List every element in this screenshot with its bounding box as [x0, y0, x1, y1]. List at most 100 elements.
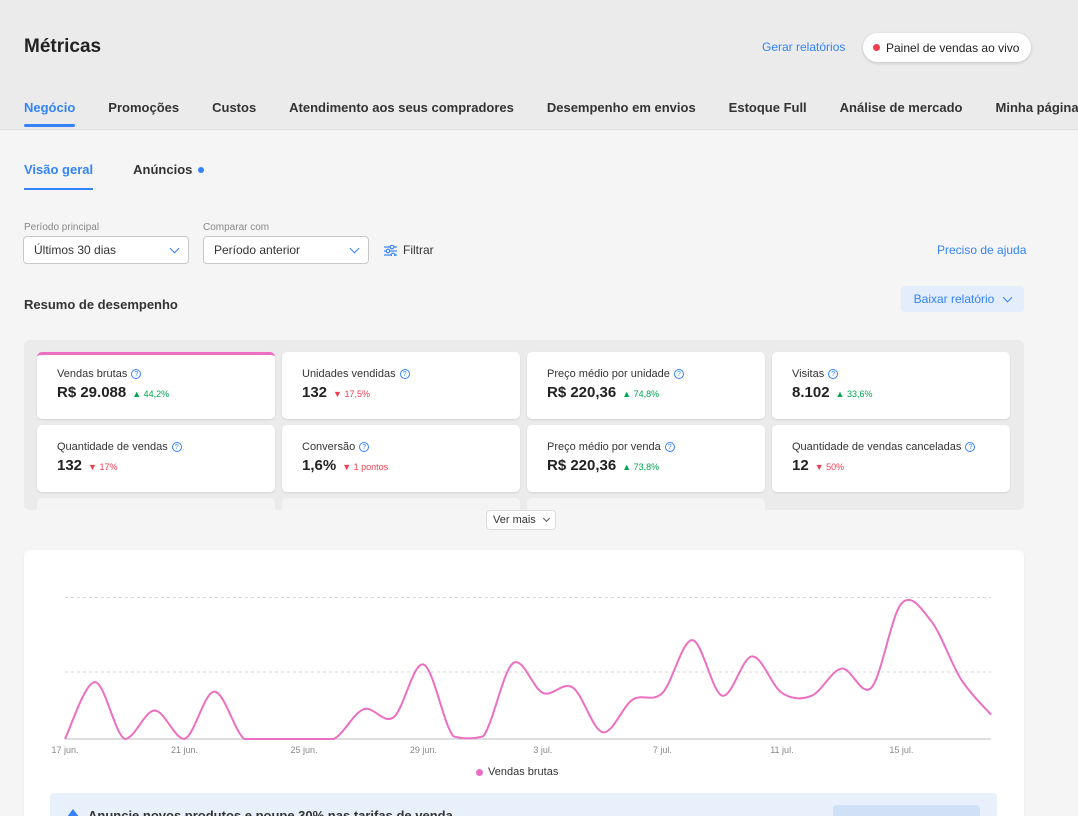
x-tick-label: 17 jun.	[51, 745, 78, 755]
filter-sliders-icon	[384, 244, 397, 256]
metric-card-vendas-brutas[interactable]: Vendas brutas? R$ 29.088 ▲ 44,2%	[37, 352, 275, 419]
arrow-up-icon: ▲	[622, 462, 634, 472]
download-report-label: Baixar relatório	[913, 292, 995, 306]
x-tick-label: 7 jul.	[653, 745, 672, 755]
help-icon[interactable]: ?	[664, 442, 675, 452]
live-dot-icon	[873, 44, 880, 51]
metric-delta: ▼ 50%	[815, 462, 844, 472]
x-tick-label: 25 jun.	[290, 745, 317, 755]
tab-desempenho-envios[interactable]: Desempenho em envios	[547, 100, 696, 127]
metric-card-vendas-canceladas[interactable]: Quantidade de vendas canceladas? 12 ▼ 50%	[772, 425, 1010, 492]
metric-delta: ▼ 17,5%	[333, 389, 370, 399]
metric-value: 132	[57, 457, 83, 474]
metric-value: 1,6%	[302, 457, 337, 474]
help-link[interactable]: Preciso de ajuda	[937, 243, 1026, 257]
help-icon[interactable]: ?	[359, 442, 370, 452]
metric-delta-value: 17%	[99, 462, 118, 472]
arrow-up-icon: ▲	[835, 389, 847, 399]
metric-delta-value: 73,8%	[633, 462, 660, 472]
metric-label: Unidades vendidas	[302, 368, 396, 380]
metric-label: Preço médio por venda	[547, 441, 661, 453]
tab-minha-pagina[interactable]: Minha página	[996, 100, 1078, 127]
arrow-up-icon: ▲	[622, 389, 634, 399]
x-tick-label: 11 jul.	[770, 745, 793, 755]
metric-delta: ▲ 73,8%	[622, 462, 659, 472]
help-icon[interactable]: ?	[171, 442, 182, 452]
promo-banner-text: Anuncie novos produtos e poupe 30% nas t…	[88, 808, 453, 816]
subtab-visao-geral[interactable]: Visão geral	[24, 162, 94, 190]
metric-card-visitas[interactable]: Visitas? 8.102 ▲ 33,6%	[772, 352, 1010, 419]
chevron-down-icon	[542, 514, 550, 523]
series-line-vendas-brutas	[64, 598, 992, 741]
metric-delta-value: 1 pontos	[353, 462, 389, 472]
metric-delta-value: 44,2%	[143, 389, 170, 399]
subtab-anuncios[interactable]: Anúncios	[133, 162, 205, 190]
subtab-anuncios-label: Anúncios	[133, 162, 193, 177]
metric-delta-value: 17,5%	[344, 389, 370, 399]
help-icon[interactable]: ?	[828, 369, 839, 379]
compare-select-value: Período anterior	[214, 243, 301, 257]
arrow-down-icon: ▼	[814, 462, 827, 472]
metric-card-conversao[interactable]: Conversão? 1,6% ▼ 1 pontos	[282, 425, 520, 492]
metric-delta: ▲ 33,6%	[836, 389, 873, 399]
arrow-up-icon: ▲	[132, 389, 144, 399]
compare-select[interactable]: Período anterior	[203, 236, 369, 264]
metric-value: R$ 220,36	[547, 457, 617, 474]
tab-custos[interactable]: Custos	[212, 100, 256, 127]
help-icon[interactable]: ?	[131, 369, 142, 379]
metric-delta: ▼ 1 pontos	[342, 462, 388, 472]
metric-card-unidades-vendidas[interactable]: Unidades vendidas? 132 ▼ 17,5%	[282, 352, 520, 419]
sub-tabs: Visão geral Anúncios	[24, 162, 244, 190]
metrics-cards-panel: Vendas brutas? R$ 29.088 ▲ 44,2% Unidades…	[24, 340, 1024, 510]
metric-label: Vendas brutas	[57, 368, 128, 380]
metric-card-quantidade-vendas[interactable]: Quantidade de vendas? 132 ▼ 17%	[37, 425, 275, 492]
metric-card-preco-medio-unidade[interactable]: Preço médio por unidade? R$ 220,36 ▲ 74,8…	[527, 352, 765, 419]
tab-atendimento[interactable]: Atendimento aos seus compradores	[289, 100, 514, 127]
main-tabs: Negócio Promoções Custos Atendimento aos…	[24, 100, 1078, 127]
see-more-label: Ver mais	[493, 514, 536, 526]
metric-label: Visitas	[792, 368, 825, 380]
help-icon[interactable]: ?	[673, 369, 684, 379]
summary-title: Resumo de desempenho	[24, 297, 178, 312]
filter-button[interactable]: Filtrar	[384, 243, 434, 257]
x-tick-label: 15 jul.	[889, 745, 913, 755]
top-header: Métricas Gerar relatórios Painel de vend…	[0, 0, 1078, 130]
chart-legend: Vendas brutas	[476, 766, 558, 778]
filter-label: Filtrar	[403, 243, 434, 257]
metric-delta-value: 74,8%	[633, 389, 660, 399]
help-icon[interactable]: ?	[399, 369, 410, 379]
period-select-value: Últimos 30 dias	[34, 243, 117, 257]
chevron-down-icon	[169, 243, 180, 253]
tab-negocio[interactable]: Negócio	[24, 100, 76, 127]
metric-delta-value: 50%	[826, 462, 845, 472]
metric-label: Quantidade de vendas canceladas	[792, 441, 962, 453]
generate-reports-link[interactable]: Gerar relatórios	[762, 40, 845, 54]
metric-label: Preço médio por unidade	[547, 368, 670, 380]
period-select[interactable]: Últimos 30 dias	[23, 236, 189, 264]
arrow-down-icon: ▼	[342, 462, 354, 472]
metric-value: R$ 220,36	[547, 384, 617, 401]
metric-label: Conversão	[302, 441, 356, 453]
metric-value: 12	[792, 457, 809, 474]
tab-estoque-full[interactable]: Estoque Full	[729, 100, 807, 127]
legend-dot-icon	[476, 768, 483, 776]
promo-banner: Anuncie novos produtos e poupe 30% nas t…	[50, 793, 997, 816]
megaphone-icon	[67, 809, 79, 816]
promo-banner-button[interactable]	[833, 805, 980, 816]
period-label: Período principal	[24, 222, 100, 233]
see-more-button[interactable]: Ver mais	[486, 510, 556, 530]
metric-card-preco-medio-venda[interactable]: Preço médio por venda? R$ 220,36 ▲ 73,8%	[527, 425, 765, 492]
x-tick-label: 29 jun.	[410, 745, 437, 755]
tab-promocoes[interactable]: Promoções	[108, 100, 179, 127]
new-indicator-icon	[198, 166, 205, 173]
metric-delta: ▲ 44,2%	[132, 389, 169, 399]
tab-analise-mercado[interactable]: Análise de mercado	[840, 100, 963, 127]
download-report-button[interactable]: Baixar relatório	[901, 286, 1024, 312]
x-tick-label: 21 jun.	[171, 745, 198, 755]
live-sales-panel-button[interactable]: Painel de vendas ao vivo	[863, 33, 1032, 62]
help-icon[interactable]: ?	[965, 442, 976, 452]
compare-label: Comparar com	[203, 222, 270, 233]
metric-value: R$ 29.088	[57, 384, 127, 401]
x-tick-label: 3 jul.	[533, 745, 552, 755]
metric-delta: ▲ 74,8%	[622, 389, 659, 399]
